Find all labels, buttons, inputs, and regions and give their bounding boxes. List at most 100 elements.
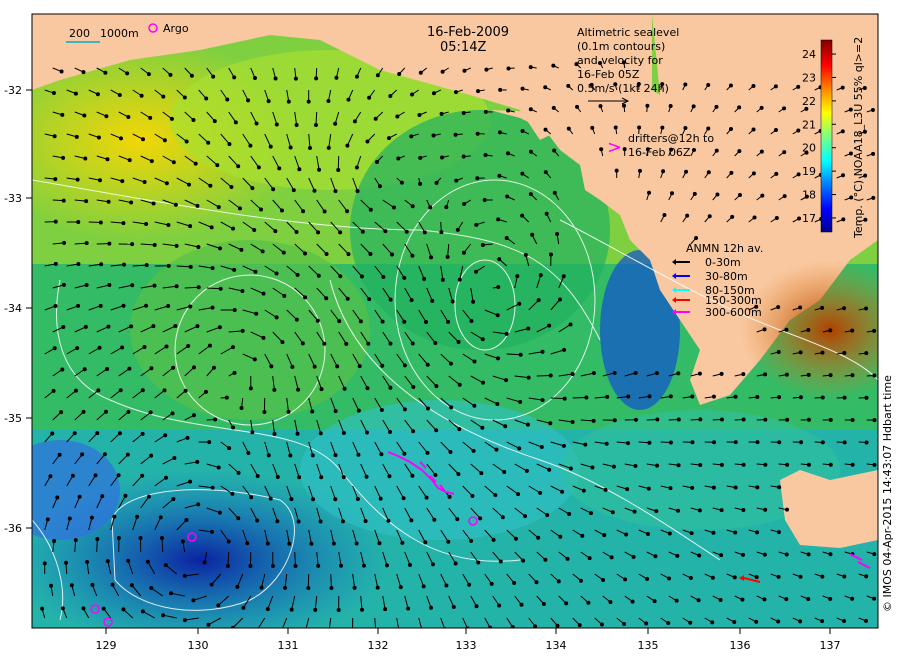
velocity-arrow-head (351, 630, 354, 633)
velocity-arrow-head (211, 74, 216, 79)
velocity-arrow-head (548, 421, 553, 426)
velocity-arrow-head (75, 177, 80, 182)
velocity-arrow-head (759, 149, 764, 154)
velocity-arrow-head (776, 305, 781, 310)
velocity-arrow-head (240, 328, 245, 333)
velocity-arrow-head (688, 620, 693, 625)
velocity-arrow-head (268, 144, 273, 149)
velocity-arrow-head (796, 172, 801, 177)
velocity-arrow-head (233, 120, 238, 125)
velocity-arrow-head (287, 541, 292, 546)
velocity-arrow-head (587, 556, 592, 561)
velocity-arrow-head (50, 431, 55, 436)
velocity-arrow-head (312, 188, 317, 193)
velocity-arrow-head (806, 372, 811, 377)
velocity-arrow-head (422, 276, 427, 281)
velocity-arrow-head (526, 326, 531, 331)
velocity-arrow-head (754, 575, 759, 580)
velocity-arrow-head (81, 70, 86, 75)
velocity-arrow-head (262, 409, 267, 414)
velocity-arrow-head (577, 623, 582, 628)
velocity-arrow-head (316, 563, 321, 568)
velocity-arrow-head (451, 605, 456, 610)
velocity-arrow-head (261, 335, 266, 340)
velocity-arrow-head (430, 562, 435, 567)
y-axis: -32 -33 -34 -35 -36 (4, 84, 32, 535)
velocity-arrow-head (333, 453, 338, 458)
velocity-arrow-head (310, 453, 315, 458)
velocity-arrow-head (196, 502, 201, 507)
velocity-arrow-head (719, 417, 724, 422)
velocity-arrow-head (106, 324, 111, 329)
velocity-arrow-head (612, 418, 617, 423)
x-tick-label: 130 (188, 639, 209, 652)
velocity-arrow-head (255, 518, 260, 523)
velocity-arrow-head (188, 224, 193, 229)
velocity-arrow-head (125, 452, 130, 457)
velocity-arrow-head (231, 226, 236, 231)
velocity-arrow-head (329, 585, 334, 590)
velocity-arrow-head (425, 450, 430, 455)
velocity-arrow-head (519, 602, 524, 607)
velocity-arrow-head (341, 475, 346, 480)
velocity-arrow-head (129, 200, 134, 205)
velocity-arrow-head (864, 351, 869, 356)
velocity-arrow-head (209, 582, 214, 587)
velocity-arrow-head (290, 364, 295, 369)
velocity-arrow-head (776, 530, 781, 535)
velocity-arrow-head (538, 490, 543, 495)
velocity-arrow-head (209, 225, 214, 230)
velocity-arrow-head (359, 274, 364, 279)
velocity-arrow-head (82, 113, 87, 118)
velocity-arrow-head (718, 597, 723, 602)
velocity-arrow-head (61, 155, 66, 160)
velocity-arrow-head (580, 533, 585, 538)
velocity-arrow-head (828, 552, 833, 557)
velocity-arrow-head (432, 517, 437, 522)
velocity-arrow-head (146, 72, 151, 77)
velocity-arrow-head (161, 613, 166, 618)
velocity-arrow-head (218, 246, 223, 251)
velocity-arrow-head (75, 346, 80, 351)
velocity-arrow-head (489, 581, 494, 586)
velocity-arrow-head (784, 327, 789, 332)
velocity-arrow-head (472, 403, 477, 408)
velocity-arrow-head (191, 598, 196, 603)
velocity-arrow-head (388, 429, 393, 434)
velocity-arrow-head (842, 574, 847, 579)
velocity-arrow-head (528, 149, 533, 154)
velocity-arrow-head (314, 76, 319, 81)
velocity-arrow-head (401, 496, 406, 501)
velocity-arrow-head (719, 371, 724, 376)
velocity-arrow-head (248, 386, 253, 391)
velocity-arrow-head (653, 554, 658, 559)
velocity-arrow-head (732, 575, 737, 580)
velocity-arrow-head (187, 182, 192, 187)
velocity-arrow-head (275, 519, 280, 524)
velocity-arrow-head (469, 538, 474, 543)
velocity-arrow-head (84, 199, 89, 204)
velocity-arrow-head (144, 303, 149, 308)
velocity-arrow-head (863, 618, 868, 623)
velocity-arrow-head (98, 220, 103, 225)
velocity-arrow-head (533, 624, 538, 628)
velocity-arrow-head (324, 296, 329, 301)
velocity-arrow-head (70, 473, 75, 478)
velocity-arrow-head (474, 222, 479, 227)
velocity-arrow-head (100, 494, 105, 499)
velocity-arrow-head (476, 560, 481, 565)
velocity-arrow-head (268, 496, 273, 501)
velocity-arrow-head (842, 440, 847, 445)
velocity-arrow-head (798, 574, 803, 579)
velocity-arrow-head (741, 462, 746, 467)
velocity-arrow-head (755, 394, 760, 399)
velocity-arrow-head (162, 388, 167, 393)
velocity-arrow-head (644, 621, 649, 626)
velocity-arrow-head (81, 409, 86, 414)
velocity-arrow-head (603, 487, 608, 492)
velocity-arrow-head (453, 561, 458, 566)
velocity-arrow-head (317, 167, 322, 172)
velocity-arrow-head (714, 148, 719, 153)
velocity-arrow-head (256, 627, 259, 628)
velocity-arrow-head (120, 345, 125, 350)
